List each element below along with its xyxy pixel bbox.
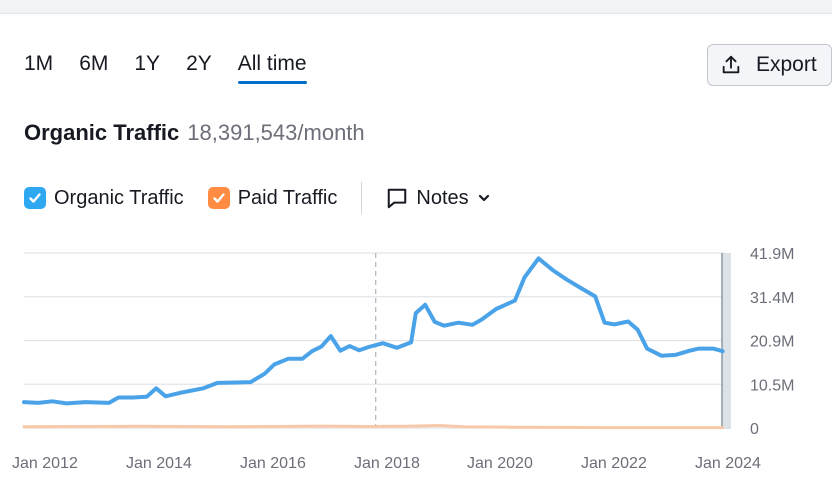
chart-legend: Organic Traffic Paid Traffic Notes [24,182,491,214]
notes-label: Notes [416,186,469,209]
x-tick-label: Jan 2012 [12,455,78,472]
traffic-header: Organic Traffic 18,391,543/month [24,120,365,146]
x-tick-label: Jan 2020 [467,455,533,472]
x-tick-label: Jan 2024 [695,455,761,472]
organic-legend-label: Organic Traffic [54,186,184,209]
y-tick-label: 41.9M [750,246,794,263]
y-tick-label: 10.5M [750,377,794,394]
check-icon [29,193,41,203]
x-tick-label: Jan 2022 [581,455,647,472]
traffic-chart: 41.9M 31.4M 20.9M 10.5M 0 Jan 2012 Jan 2014 Jan… [12,246,794,472]
notes-dropdown[interactable]: Notes [386,187,490,210]
top-bar [0,0,832,14]
tab-6m[interactable]: 6M [79,52,108,82]
traffic-metric: 18,391,543/month [187,120,365,145]
chevron-down-icon [478,194,489,202]
legend-divider [361,182,363,214]
tab-1y[interactable]: 1Y [134,52,160,82]
paid-legend-label: Paid Traffic [237,186,338,209]
current-period-marker [722,253,731,429]
export-label: Export [756,53,817,76]
x-tick-label: Jan 2018 [354,455,420,472]
tab-1m[interactable]: 1M [24,52,53,82]
legend-paid-traffic[interactable]: Paid Traffic [207,186,338,210]
note-icon [388,188,407,209]
tab-2y[interactable]: 2Y [186,52,212,82]
tab-all-time[interactable]: All time [237,52,307,84]
y-tick-label: 0 [750,421,759,438]
organic-checkbox[interactable] [24,187,46,209]
x-tick-label: Jan 2016 [240,455,306,472]
upload-icon [722,55,740,74]
y-tick-label: 20.9M [750,334,794,351]
page-title: Organic Traffic [24,120,180,145]
paid-checkbox[interactable] [207,187,230,209]
period-tabs: 1M 6M 1Y 2Y All time [24,52,333,84]
legend-organic-traffic[interactable]: Organic Traffic [24,187,184,210]
export-button[interactable]: Export [707,44,832,86]
x-tick-label: Jan 2014 [126,455,192,472]
check-icon [212,193,225,203]
y-tick-label: 31.4M [750,290,794,307]
